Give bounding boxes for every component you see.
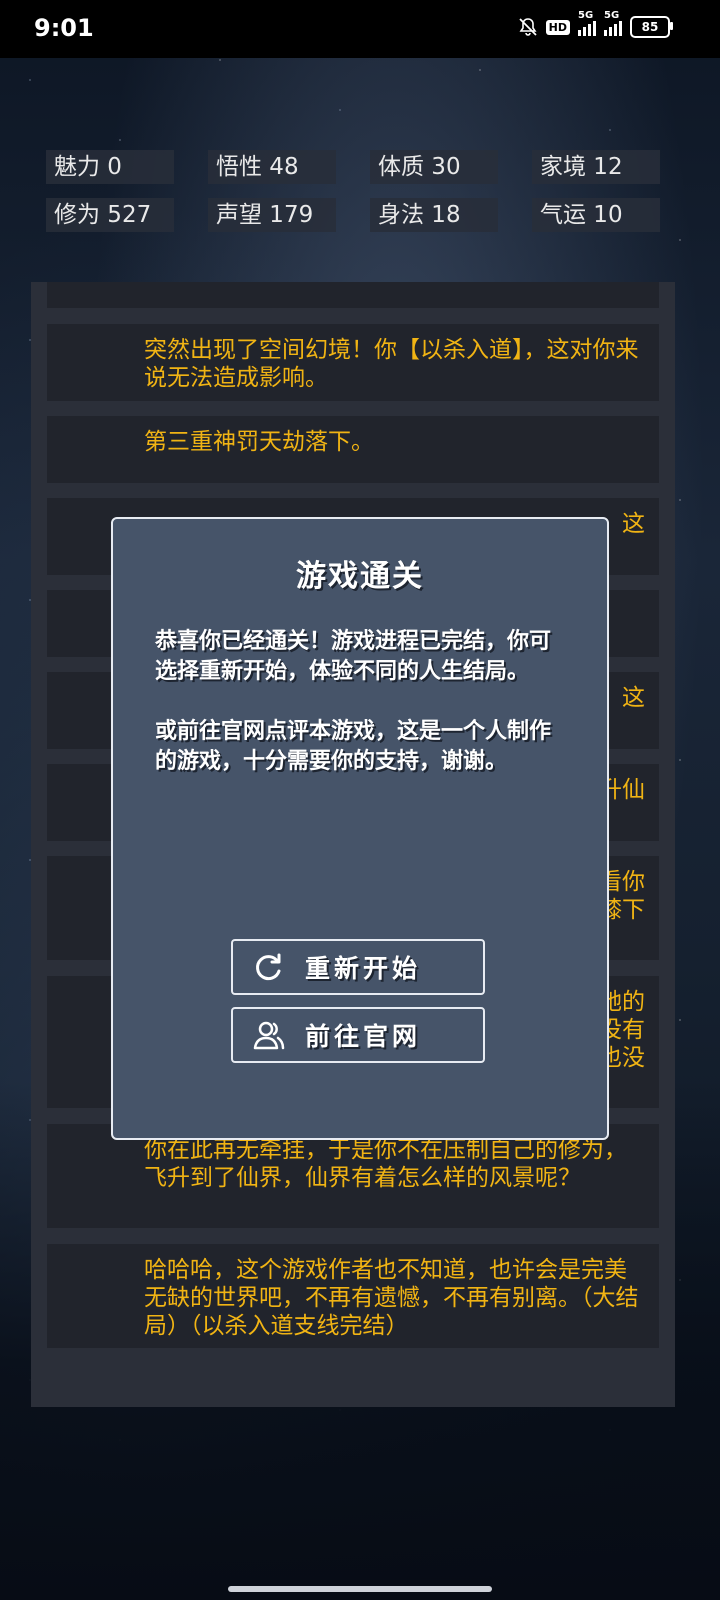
status-icons: HD 5G 5G 85	[518, 10, 673, 38]
official-website-button[interactable]: 前往官网	[231, 1007, 485, 1063]
dialog-title: 游戏通关	[296, 559, 424, 594]
signal-network-label-2: 5G	[604, 10, 620, 21]
stat-cultivation: 修为 527	[46, 198, 174, 232]
signal-icon-2: 5G	[604, 10, 622, 36]
restart-button[interactable]: 重新开始	[231, 939, 485, 995]
game-complete-dialog: 游戏通关 恭喜你已经通关！游戏进程已完结，你可选择重新开始，体验不同的人生结局。…	[111, 517, 609, 1140]
hd-voice-icon: HD	[545, 19, 570, 35]
signal-icon: 5G	[578, 10, 596, 36]
refresh-icon	[251, 949, 287, 985]
stat-reputation: 声望 179	[208, 198, 336, 232]
users-icon	[251, 1017, 287, 1053]
dialog-paragraph-congrats: 恭喜你已经通关！游戏进程已完结，你可选择重新开始，体验不同的人生结局。	[155, 629, 552, 684]
log-item: 突然出现了空间幻境！你【以杀入道】，这对你来说无法造成影响。	[47, 324, 659, 401]
status-time: 9:01	[34, 14, 94, 42]
stat-charm: 魅力 0	[46, 150, 174, 184]
signal-network-label: 5G	[578, 10, 594, 21]
log-item: 哈哈哈，这个游戏作者也不知道，也许会是完美无缺的世界吧，不再有遗憾，不再有别离。…	[47, 1244, 659, 1348]
dialog-paragraph-website: 或前往官网点评本游戏，这是一个人制作的游戏，十分需要你的支持，谢谢。	[155, 719, 552, 774]
stat-agility: 身法 18	[370, 198, 498, 232]
stat-luck: 气运 10	[532, 198, 660, 232]
log-item: 第三重神罚天劫落下。	[47, 416, 659, 483]
battery-icon: 85	[630, 16, 673, 38]
stat-constitution: 体质 30	[370, 150, 498, 184]
official-website-button-label: 前往官网	[304, 1022, 421, 1051]
restart-button-label: 重新开始	[304, 954, 421, 983]
attribute-stats: 魅力 0 悟性 48 体质 30 家境 12 修为 527 声望 179 身法 …	[46, 150, 660, 234]
dialog-message: 恭喜你已经通关！游戏进程已完结，你可选择重新开始，体验不同的人生结局。 或前往官…	[155, 627, 555, 807]
stat-comprehension: 悟性 48	[208, 150, 336, 184]
muted-bell-icon	[518, 17, 538, 37]
stat-family: 家境 12	[532, 150, 660, 184]
status-bar: 9:01 HD 5G 5G 85	[0, 0, 720, 58]
home-indicator[interactable]	[228, 1586, 492, 1592]
log-item	[47, 282, 659, 308]
